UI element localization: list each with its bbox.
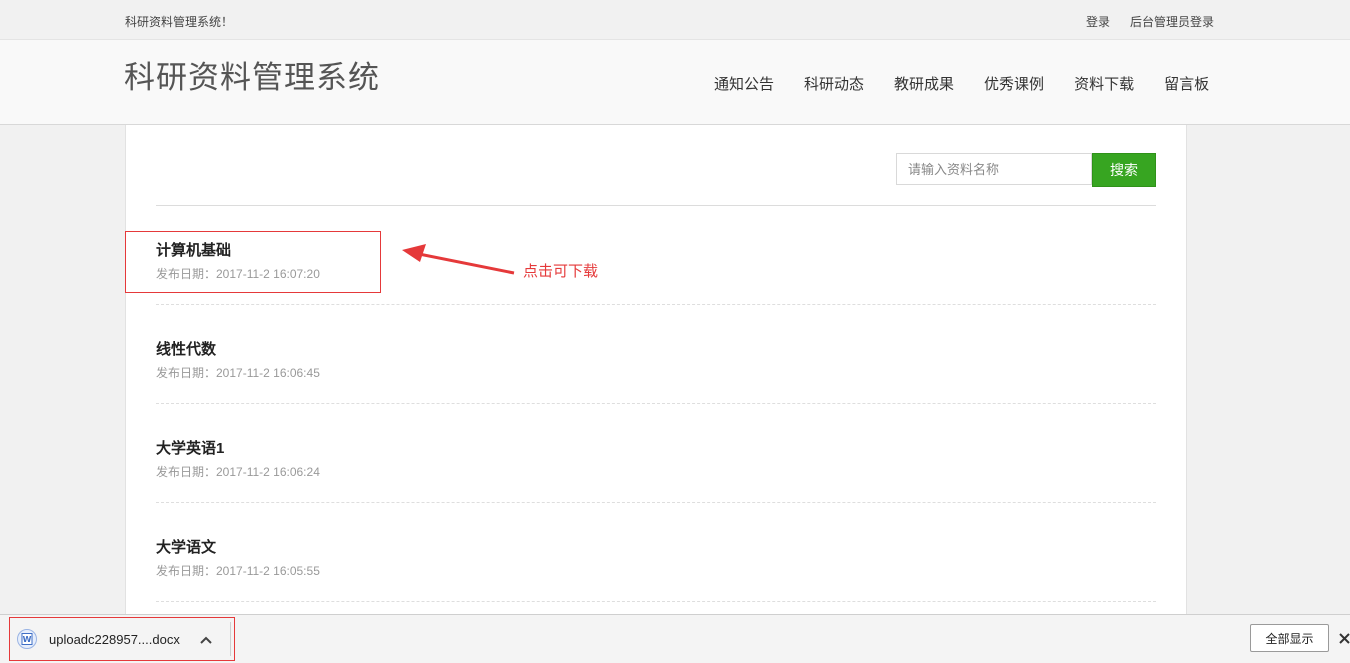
search-button[interactable]: 搜索	[1092, 153, 1156, 187]
material-item[interactable]: 大学英语1 发布日期：2017-11-2 16:06:24	[156, 404, 1156, 503]
material-date: 发布日期：2017-11-2 16:07:20	[156, 267, 320, 281]
admin-login-link[interactable]: 后台管理员登录	[1130, 13, 1214, 30]
material-title[interactable]: 线性代数	[156, 338, 216, 359]
annotation-text: 点击可下载	[523, 263, 599, 280]
material-date: 发布日期：2017-11-2 16:06:24	[156, 465, 320, 479]
download-file-name[interactable]: uploadc228957....docx	[49, 632, 180, 647]
material-item[interactable]: 大学语文 发布日期：2017-11-2 16:05:55	[156, 503, 1156, 602]
download-item[interactable]: W uploadc228957....docx	[9, 617, 235, 661]
site-title: 科研资料管理系统	[124, 60, 380, 95]
header: 科研资料管理系统 通知公告 科研动态 教研成果 优秀课例 资料下载 留言板	[0, 40, 1350, 125]
material-title[interactable]: 计算机基础	[156, 239, 231, 260]
word-document-icon: W	[17, 629, 37, 649]
nav-item-downloads[interactable]: 资料下载	[1074, 73, 1134, 94]
search-input[interactable]	[896, 153, 1092, 185]
material-title[interactable]: 大学英语1	[156, 437, 224, 458]
close-icon[interactable]	[1339, 631, 1350, 649]
top-bar: 科研资料管理系统！ 登录 后台管理员登录	[0, 0, 1350, 40]
divider	[230, 622, 231, 656]
download-bar: W uploadc228957....docx 全部显示	[0, 614, 1350, 663]
nav-item-notices[interactable]: 通知公告	[714, 73, 774, 94]
welcome-text: 科研资料管理系统！	[125, 15, 234, 29]
nav-item-research-news[interactable]: 科研动态	[804, 73, 864, 94]
material-title[interactable]: 大学语文	[156, 536, 216, 557]
main-nav: 通知公告 科研动态 教研成果 优秀课例 资料下载 留言板	[714, 73, 1239, 94]
material-date: 发布日期：2017-11-2 16:05:55	[156, 564, 320, 578]
chevron-up-icon[interactable]	[200, 632, 212, 650]
show-all-button[interactable]: 全部显示	[1250, 624, 1329, 652]
nav-item-teaching-results[interactable]: 教研成果	[894, 73, 954, 94]
login-link[interactable]: 登录	[1086, 13, 1110, 30]
nav-item-message-board[interactable]: 留言板	[1164, 73, 1209, 94]
main-content: 搜索 计算机基础 发布日期：2017-11-2 16:07:20 线性代数 发布…	[125, 125, 1187, 615]
nav-item-excellent-lessons[interactable]: 优秀课例	[984, 73, 1044, 94]
material-item[interactable]: 线性代数 发布日期：2017-11-2 16:06:45	[156, 305, 1156, 404]
material-item[interactable]: 计算机基础 发布日期：2017-11-2 16:07:20	[156, 206, 1156, 305]
svg-text:W: W	[23, 635, 32, 644]
material-date: 发布日期：2017-11-2 16:06:45	[156, 366, 320, 380]
